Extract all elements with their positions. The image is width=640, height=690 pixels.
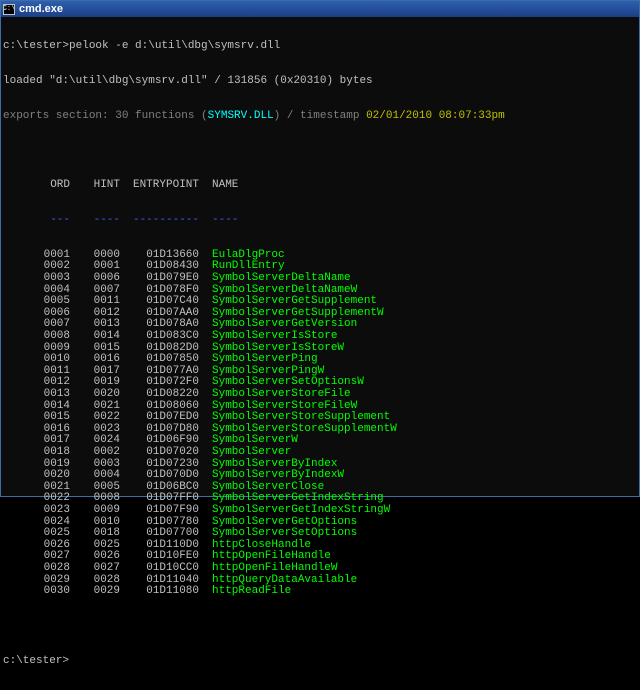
export-name: httpOpenFileHandle xyxy=(212,550,331,563)
export-name: httpQueryDataAvailable xyxy=(212,573,358,586)
window-title: cmd.exe xyxy=(19,3,64,15)
table-header: ORD HINT ENTRYPOINT NAME xyxy=(3,180,637,192)
export-ord: 0003 xyxy=(43,272,70,285)
export-hint: 0028 xyxy=(93,573,120,586)
title-bar[interactable]: C:\ cmd.exe xyxy=(1,1,639,17)
header-ord: ORD xyxy=(50,179,70,192)
exports-summary-line: exports section: 30 functions (SYMSRV.DL… xyxy=(3,109,637,123)
table-row: 0028 0027 01D10CC0 httpOpenFileHandleW xyxy=(3,561,637,575)
export-entrypoint: 01D07020 xyxy=(146,445,199,458)
export-hint: 0027 xyxy=(93,561,120,574)
export-name: httpReadFile xyxy=(212,585,292,598)
export-name: SymbolServer xyxy=(212,445,292,458)
export-ord: 0013 xyxy=(43,388,70,400)
table-row: 0008 0014 01D083C0 SymbolServerIsStore xyxy=(3,330,637,343)
export-entrypoint: 01D083C0 xyxy=(146,330,199,343)
table-row: 0024 0010 01D07780 SymbolServerGetOptions xyxy=(3,515,637,529)
table-row: 0018 0002 01D07020 SymbolServer xyxy=(3,445,637,459)
export-hint: 0025 xyxy=(93,538,120,551)
table-row: 0026 0025 01D110D0 httpCloseHandle xyxy=(3,538,637,552)
export-hint: 0014 xyxy=(93,330,120,343)
export-ord: 0028 xyxy=(43,561,70,574)
underline-ord: --- xyxy=(50,214,70,227)
dll-name: SYMSRV.DLL xyxy=(207,109,274,122)
export-ord: 0026 xyxy=(43,538,70,551)
timestamp-label: ) / timestamp xyxy=(273,109,367,122)
table-row: 0003 0006 01D079E0 SymbolServerDeltaName xyxy=(3,272,637,285)
export-entrypoint: 01D11040 xyxy=(146,573,199,586)
export-hint: 0004 xyxy=(93,469,120,482)
table-row: 0023 0009 01D07F90 SymbolServerGetIndexStri… xyxy=(3,503,637,517)
export-entrypoint: 01D079E0 xyxy=(146,272,199,285)
command-line: c:\tester>pelook -e d:\util\dbg\symsrv.d… xyxy=(3,40,281,53)
table-header-underline: --- ---- ---------- ---- xyxy=(3,214,637,227)
exports-table: 0001 0000 01D13660 EulaDlgProc 0002 0001 01D08… xyxy=(3,249,637,598)
exports-prefix: exports section: 30 functions ( xyxy=(3,109,208,122)
export-entrypoint: 01D07FF0 xyxy=(146,492,199,505)
export-name: SymbolServerStoreFile xyxy=(212,388,351,400)
export-ord: 0030 xyxy=(43,585,70,598)
timestamp-value: 02/01/2010 08:07:33pm xyxy=(366,109,505,122)
prompt: c:\tester> xyxy=(3,654,70,667)
console-output[interactable]: c:\tester>pelook -e d:\util\dbg\symsrv.d… xyxy=(3,18,637,667)
table-row: 0029 0028 01D11040 httpQueryDataAvailable xyxy=(3,573,637,587)
export-name: httpOpenFileHandleW xyxy=(212,561,338,574)
export-hint: 0009 xyxy=(93,503,120,516)
export-entrypoint: 01D10CC0 xyxy=(146,561,199,574)
export-hint: 0018 xyxy=(93,527,120,540)
loaded-line: loaded "d:\util\dbg\symsrv.dll" / 131856… xyxy=(3,74,373,87)
export-ord: 0025 xyxy=(43,527,70,540)
export-entrypoint: 01D10FE0 xyxy=(146,550,199,563)
table-row: 0025 0018 01D07700 SymbolServerSetOptions xyxy=(3,528,637,540)
export-hint: 0002 xyxy=(93,445,120,458)
header-hint: HINT xyxy=(93,179,120,192)
export-entrypoint: 01D07780 xyxy=(146,515,199,528)
export-entrypoint: 01D08220 xyxy=(146,388,199,400)
export-hint: 0006 xyxy=(93,272,120,285)
export-hint: 0029 xyxy=(93,585,120,598)
prompt-line: c:\tester> xyxy=(3,654,637,668)
table-row: 0020 0004 01D070D0 SymbolServerByIndexW xyxy=(3,470,637,482)
cmd-window: C:\ cmd.exe c:\tester>pelook -e d:\util\… xyxy=(0,0,640,667)
export-ord: 0024 xyxy=(43,515,70,528)
export-name: httpCloseHandle xyxy=(212,538,312,551)
underline-hint: ---- xyxy=(93,214,120,227)
export-name: SymbolServerIsStore xyxy=(212,330,338,343)
export-ord: 0008 xyxy=(43,330,70,343)
export-name: SymbolServerGetOptions xyxy=(212,515,358,528)
export-hint: 0008 xyxy=(93,492,120,505)
export-entrypoint: 01D07F90 xyxy=(146,503,199,516)
export-entrypoint: 01D11080 xyxy=(146,585,199,598)
export-ord: 0020 xyxy=(43,469,70,482)
export-hint: 0020 xyxy=(93,388,120,400)
cmd-icon: C:\ xyxy=(2,3,16,15)
export-entrypoint: 01D110D0 xyxy=(146,538,199,551)
export-name: SymbolServerDeltaName xyxy=(212,272,351,285)
export-name: SymbolServerGetIndexStringW xyxy=(212,503,391,516)
export-ord: 0018 xyxy=(43,445,70,458)
table-row: 0022 0008 01D07FF0 SymbolServerGetIndexStri… xyxy=(3,493,637,505)
header-name: NAME xyxy=(212,179,239,192)
export-ord: 0027 xyxy=(43,550,70,563)
export-ord: 0023 xyxy=(43,503,70,516)
export-ord: 0022 xyxy=(43,492,70,505)
header-entrypoint: ENTRYPOINT xyxy=(132,179,199,192)
export-hint: 0026 xyxy=(93,550,120,563)
export-ord: 0029 xyxy=(43,573,70,586)
table-row: 0027 0026 01D10FE0 httpOpenFileHandle xyxy=(3,551,637,563)
table-row: 0013 0020 01D08220 SymbolServerStoreFile xyxy=(3,388,637,401)
export-name: SymbolServerByIndexW xyxy=(212,469,345,482)
export-entrypoint: 01D07700 xyxy=(146,527,199,540)
export-name: SymbolServerGetIndexString xyxy=(212,492,384,505)
table-row: 0030 0029 01D11080 httpReadFile xyxy=(3,585,637,598)
export-name: SymbolServerSetOptions xyxy=(212,527,358,540)
export-entrypoint: 01D070D0 xyxy=(146,469,199,482)
underline-name: ---- xyxy=(212,214,239,227)
export-hint: 0010 xyxy=(93,515,120,528)
underline-entrypoint: ---------- xyxy=(132,214,199,227)
